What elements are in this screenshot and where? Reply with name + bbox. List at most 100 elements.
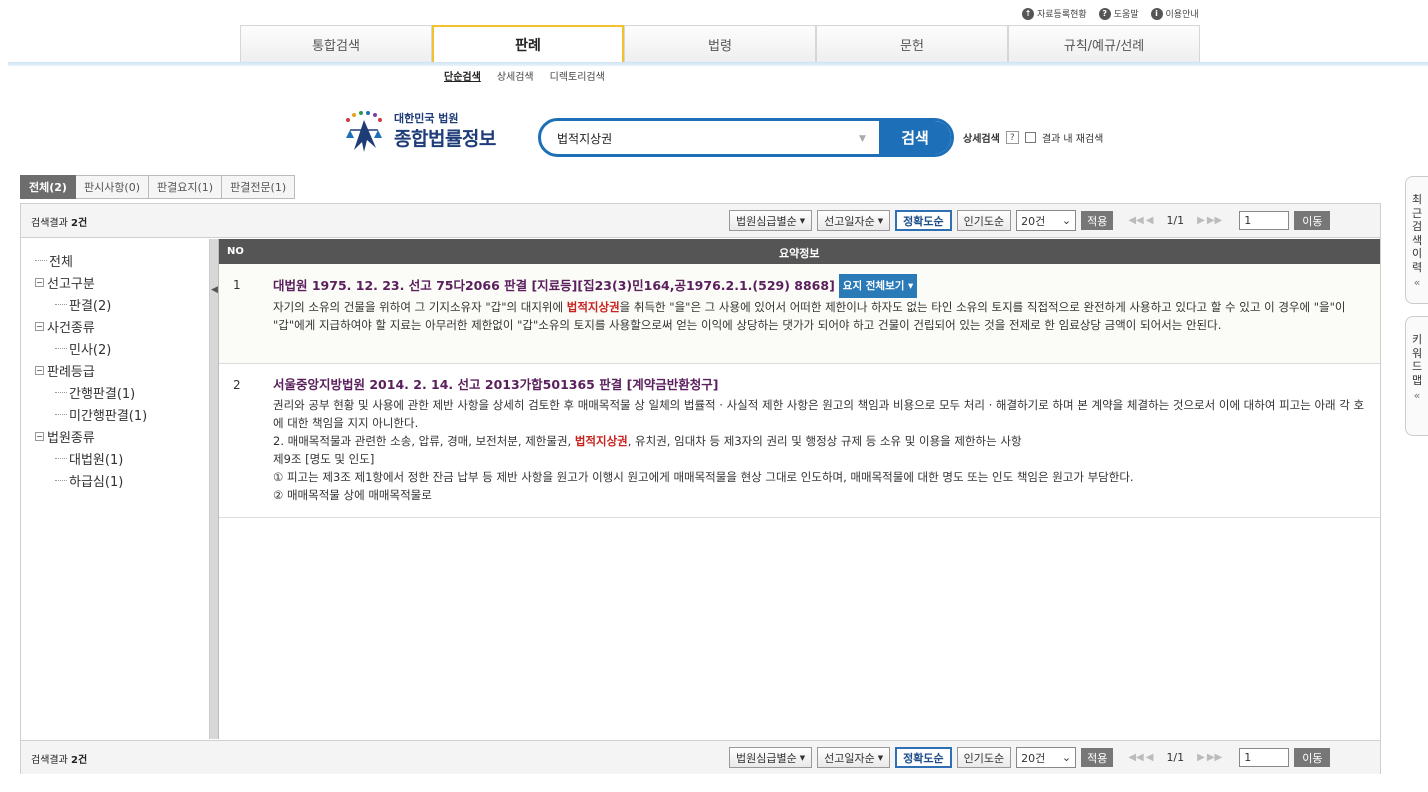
tree-node-court-type[interactable]: − 법원종류 xyxy=(29,425,209,447)
result-tabs: 전체(2) 판시사항(0) 판결요지(1) 판결전문(1) xyxy=(20,175,296,199)
tree-item-supreme-court[interactable]: 대법원(1) xyxy=(29,447,209,469)
filter-tree: 전체 − 선고구분 판결(2) − 사건종류 민사(2) − 판례등급 간행판결(1)… xyxy=(21,239,210,739)
tree-item-all[interactable]: 전체 xyxy=(29,249,209,271)
result-title-row: 대법원 1975. 12. 23. 선고 75다2066 판결 [지료등][집2… xyxy=(273,274,1372,298)
tab-literature[interactable]: 문헌 xyxy=(816,25,1008,65)
tab-integrated-search[interactable]: 통합검색 xyxy=(240,25,432,65)
sort-date-button[interactable]: 선고일자순 ▼ xyxy=(817,210,891,231)
page-info: 1/1 xyxy=(1166,214,1185,227)
apply-button[interactable]: 적용 xyxy=(1081,211,1114,230)
last-page-icon: ▶▶ xyxy=(1206,752,1223,763)
page-size-select[interactable]: 20건 ⌄ xyxy=(1016,747,1077,768)
collapse-icon: − xyxy=(35,277,44,287)
subtab-advanced-search[interactable]: 상세검색 xyxy=(497,68,534,83)
result-tab-summary[interactable]: 판결요지(1) xyxy=(149,175,223,199)
pager-next[interactable]: ▶ ▶▶ xyxy=(1197,752,1222,763)
side-tab-label: 키워드맵 xyxy=(1411,333,1423,387)
page-size-select[interactable]: 20건 ⌄ xyxy=(1016,210,1077,231)
keyword-highlight: 법적지상권 xyxy=(574,434,628,448)
results-toolbar-bottom: 검색결과 2건 법원심급별순 ▼ 선고일자순 ▼ 정확도순 인기도순 20건 ⌄ 적용… xyxy=(21,740,1380,774)
side-tab-label: 최근검색이력 xyxy=(1411,193,1423,274)
tree-node-verdict-type[interactable]: − 선고구분 xyxy=(29,271,209,293)
search-within-checkbox[interactable] xyxy=(1024,132,1036,143)
info-icon: i xyxy=(1150,7,1163,20)
result-title-link[interactable]: 서울중앙지방법원 2014. 2. 14. 선고 2013가합501365 판결… xyxy=(273,374,1372,396)
subtab-directory-search[interactable]: 디렉토리검색 xyxy=(550,68,605,83)
result-title-link[interactable]: 대법원 1975. 12. 23. 선고 75다2066 판결 [지료등][집2… xyxy=(273,278,835,293)
chevron-down-icon: ▼ xyxy=(877,753,884,762)
result-tab-all[interactable]: 전체(2) xyxy=(20,175,76,199)
sort-court-button[interactable]: 법원심급별순 ▼ xyxy=(729,747,813,768)
result-summary: 자기의 소유의 건물을 위하여 그 기지소유자 "갑"의 대지위에 법적지상권을… xyxy=(273,300,1346,332)
panel-splitter[interactable]: ◀ xyxy=(210,239,219,739)
results-header: NO 요약정보 xyxy=(219,239,1380,264)
header-divider xyxy=(8,62,1428,66)
tree-node-precedent-grade[interactable]: − 판례등급 xyxy=(29,359,209,381)
chevron-down-icon: ▼ xyxy=(877,216,884,225)
tree-item-judgment[interactable]: 판결(2) xyxy=(29,293,209,315)
view-full-summary-button[interactable]: 요지 전체보기 ▾ xyxy=(838,274,918,298)
collapse-left-icon: ◀ xyxy=(211,285,218,295)
pager-prev[interactable]: ◀◀ ◀ xyxy=(1128,215,1153,226)
prev-page-icon: ◀ xyxy=(1145,215,1154,226)
result-summary: 권리와 공부 현황 및 사용에 관한 제반 사항을 상세히 검토한 후 매매목적… xyxy=(273,398,1365,502)
advanced-search-link[interactable]: 상세검색 xyxy=(963,130,1000,145)
sort-court-button[interactable]: 법원심급별순 ▼ xyxy=(729,210,813,231)
first-page-icon: ◀◀ xyxy=(1128,752,1144,763)
result-count: 검색결과 2건 xyxy=(31,218,88,229)
sort-accuracy-button[interactable]: 정확도순 xyxy=(895,747,952,768)
next-page-icon: ▶ xyxy=(1197,215,1205,226)
keyword-highlight: 법적지상권 xyxy=(566,300,620,314)
page-number-input[interactable]: 1 xyxy=(1239,211,1290,230)
dropdown-caret-icon[interactable]: ▼ xyxy=(859,134,866,144)
result-tab-fulltext[interactable]: 판결전문(1) xyxy=(222,175,296,199)
recent-search-history-tab[interactable]: 최근검색이력 « xyxy=(1405,176,1428,304)
next-page-icon: ▶ xyxy=(1197,752,1205,763)
sort-date-button[interactable]: 선고일자순 ▼ xyxy=(817,747,891,768)
subtab-simple-search[interactable]: 단순검색 xyxy=(444,68,481,83)
util-link-guide[interactable]: i 이용안내 xyxy=(1150,7,1199,20)
tree-item-unpublished[interactable]: 미간행판결(1) xyxy=(29,403,209,425)
util-link-registration[interactable]: ↑ 자료등록현황 xyxy=(1022,7,1087,20)
result-number: 1 xyxy=(233,278,241,292)
collapse-icon: − xyxy=(35,431,44,441)
sort-accuracy-button[interactable]: 정확도순 xyxy=(895,210,952,231)
pager-next[interactable]: ▶ ▶▶ xyxy=(1197,215,1222,226)
help-icon[interactable]: ? xyxy=(1005,131,1019,144)
sort-controls: 법원심급별순 ▼ 선고일자순 ▼ 정확도순 인기도순 20건 ⌄ 적용 ◀◀ ◀ 1/1… xyxy=(729,747,1331,768)
util-link-label: 자료등록현황 xyxy=(1037,10,1087,20)
expand-icon: « xyxy=(1413,389,1421,402)
site-logo[interactable]: 대한민국 법원 종합법률정보 xyxy=(340,108,520,154)
pager-prev[interactable]: ◀◀ ◀ xyxy=(1128,752,1153,763)
apply-button[interactable]: 적용 xyxy=(1081,748,1114,767)
result-item: 1 대법원 1975. 12. 23. 선고 75다2066 판결 [지료등][… xyxy=(219,264,1380,364)
result-item: 2 서울중앙지방법원 2014. 2. 14. 선고 2013가합501365 … xyxy=(219,364,1380,518)
tab-rules[interactable]: 규칙/예규/선례 xyxy=(1008,25,1200,65)
page-info: 1/1 xyxy=(1166,751,1185,764)
go-button[interactable]: 이동 xyxy=(1294,211,1331,230)
tree-item-published[interactable]: 간행판결(1) xyxy=(29,381,209,403)
utility-links: ↑ 자료등록현황 ? 도움말 i 이용안내 xyxy=(1022,7,1199,20)
tree-item-lower-court[interactable]: 하급심(1) xyxy=(29,469,209,491)
main-tabs: 통합검색 판례 법령 문헌 규칙/예규/선례 xyxy=(240,25,1200,65)
advanced-search-area: 상세검색 ? 결과 내 재검색 xyxy=(963,130,1103,145)
tab-precedent[interactable]: 판례 xyxy=(432,25,624,65)
expand-icon: « xyxy=(1413,276,1421,289)
util-link-help[interactable]: ? 도움말 xyxy=(1098,7,1139,20)
search-input[interactable] xyxy=(557,129,847,147)
sort-popular-button[interactable]: 인기도순 xyxy=(956,210,1012,231)
keyword-map-tab[interactable]: 키워드맵 « xyxy=(1405,316,1428,436)
tree-node-case-type[interactable]: − 사건종류 xyxy=(29,315,209,337)
go-button[interactable]: 이동 xyxy=(1294,748,1331,767)
result-number: 2 xyxy=(233,378,241,392)
util-link-label: 이용안내 xyxy=(1165,10,1199,20)
sort-popular-button[interactable]: 인기도순 xyxy=(956,747,1012,768)
tab-statute[interactable]: 법령 xyxy=(624,25,816,65)
search-within-label: 결과 내 재검색 xyxy=(1041,134,1104,145)
chevron-down-icon: ▼ xyxy=(799,753,806,762)
page-number-input[interactable]: 1 xyxy=(1239,748,1290,767)
header: ↑ 자료등록현황 ? 도움말 i 이용안내 통합검색 판례 법령 문헌 규칙/예… xyxy=(0,0,1428,65)
result-tab-holdings[interactable]: 판시사항(0) xyxy=(75,175,150,199)
tree-item-civil[interactable]: 민사(2) xyxy=(29,337,209,359)
search-button[interactable]: 검색 xyxy=(879,121,951,154)
